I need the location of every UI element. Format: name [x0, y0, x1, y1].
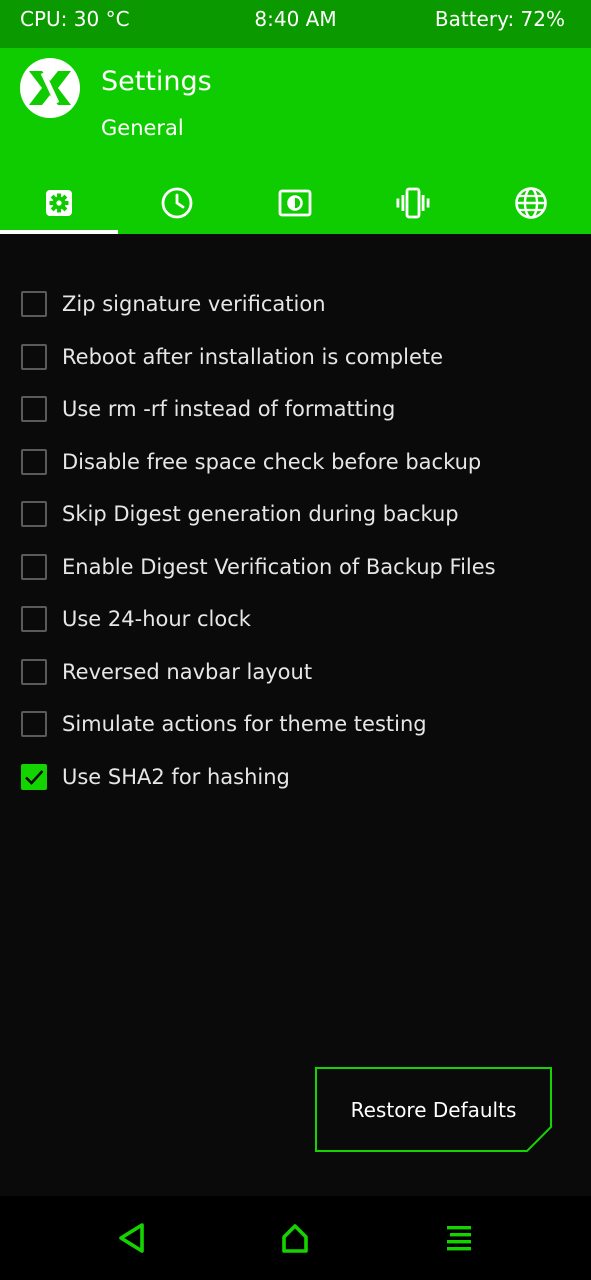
selected-tab-indicator	[0, 230, 118, 234]
checkbox[interactable]	[21, 448, 47, 475]
gear-icon	[46, 190, 72, 216]
tab-general[interactable]	[0, 172, 118, 234]
checkbox[interactable]	[21, 396, 47, 423]
restore-defaults-button[interactable]: Restore Defaults	[315, 1067, 552, 1152]
page-title: Settings	[101, 66, 212, 97]
tab-vibration[interactable]	[354, 172, 472, 234]
status-bar: CPU: 30 °C 8:40 AM Battery: 72%	[0, 0, 591, 48]
checkbox[interactable]	[21, 343, 47, 370]
option-reboot-after-install[interactable]: Reboot after installation is complete	[0, 331, 591, 384]
option-label: Enable Digest Verification of Backup Fil…	[62, 554, 496, 579]
globe-icon	[515, 187, 547, 219]
option-disable-free-space-check[interactable]: Disable free space check before backup	[0, 436, 591, 489]
menu-button[interactable]	[437, 1216, 481, 1260]
tab-language[interactable]	[472, 172, 590, 234]
option-label: Use SHA2 for hashing	[62, 764, 290, 789]
option-skip-digest-generation[interactable]: Skip Digest generation during backup	[0, 488, 591, 541]
tab-screen[interactable]	[236, 172, 354, 234]
option-label: Reversed navbar layout	[62, 659, 313, 684]
option-label: Use 24-hour clock	[62, 607, 251, 632]
checkbox[interactable]	[21, 606, 47, 633]
home-button[interactable]	[273, 1216, 317, 1260]
checkbox-checked[interactable]	[21, 763, 47, 790]
option-use-rm-rf[interactable]: Use rm -rf instead of formatting	[0, 383, 591, 436]
checkmark-icon	[25, 769, 44, 785]
home-icon	[282, 1224, 308, 1253]
option-label: Disable free space check before backup	[62, 449, 482, 474]
navigation-bar	[0, 1196, 591, 1280]
option-label: Use rm -rf instead of formatting	[62, 397, 396, 422]
option-label: Zip signature verification	[62, 292, 326, 317]
restore-defaults-label: Restore Defaults	[350, 1097, 517, 1122]
twrp-logo-icon	[20, 58, 80, 118]
battery-level: Battery: 72%	[434, 7, 565, 31]
brightness-icon	[278, 189, 312, 217]
checkbox[interactable]	[21, 553, 47, 580]
clock-icon	[161, 187, 193, 219]
option-simulate-actions[interactable]: Simulate actions for theme testing	[0, 698, 591, 751]
checkbox[interactable]	[21, 291, 47, 318]
option-label: Skip Digest generation during backup	[62, 502, 459, 527]
option-enable-digest-verification[interactable]: Enable Digest Verification of Backup Fil…	[0, 541, 591, 594]
checkbox[interactable]	[21, 658, 47, 685]
header: Settings General	[0, 48, 591, 234]
checkbox[interactable]	[21, 711, 47, 738]
option-reversed-navbar-layout[interactable]: Reversed navbar layout	[0, 646, 591, 699]
page-subtitle: General	[101, 116, 184, 140]
option-use-24-hour-clock[interactable]: Use 24-hour clock	[0, 593, 591, 646]
menu-icon	[447, 1226, 471, 1251]
back-icon	[119, 1223, 144, 1253]
option-label: Simulate actions for theme testing	[62, 712, 427, 737]
vibrate-icon	[396, 187, 430, 219]
settings-screen: CPU: 30 °C 8:40 AM Battery: 72% Settings…	[0, 0, 591, 1280]
checkbox[interactable]	[21, 501, 47, 528]
back-button[interactable]	[110, 1216, 154, 1260]
settings-options-list: Zip signature verification Reboot after …	[0, 278, 591, 803]
option-use-sha2-hashing[interactable]: Use SHA2 for hashing	[0, 751, 591, 804]
tab-time[interactable]	[118, 172, 236, 234]
option-zip-signature-verification[interactable]: Zip signature verification	[0, 278, 591, 331]
option-label: Reboot after installation is complete	[62, 344, 444, 369]
